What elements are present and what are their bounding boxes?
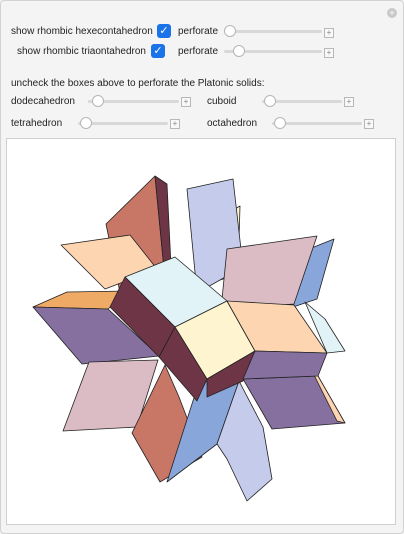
perforate-hex-plus-icon[interactable]: +: [324, 28, 334, 38]
tetrahedron-label: tetrahedron: [11, 118, 63, 129]
cuboid-label: cuboid: [207, 96, 237, 107]
perforate-tri-thumb[interactable]: [233, 45, 245, 57]
dodecahedron-thumb[interactable]: [92, 95, 104, 107]
face-core-lavender-lower: [242, 350, 328, 380]
stellated-polyhedron-graphic[interactable]: [7, 139, 395, 524]
octahedron-plus-icon[interactable]: +: [364, 119, 374, 129]
options-plus-icon[interactable]: +: [387, 8, 397, 18]
perforate-hex-label: perforate: [178, 26, 219, 37]
perforate-hex-track[interactable]: [224, 30, 322, 33]
instructions-text: uncheck the boxes above to perforate the…: [11, 78, 265, 89]
perforate-hex-thumb[interactable]: [224, 25, 236, 37]
hexecontahedron-label: show rhombic hexecontahedron: [11, 26, 153, 37]
polyhedron-graphic-area[interactable]: [6, 138, 396, 525]
dodecahedron-plus-icon[interactable]: +: [181, 97, 191, 107]
perforate-tri-plus-icon[interactable]: +: [324, 48, 334, 58]
cuboid-plus-icon[interactable]: +: [344, 97, 354, 107]
dodecahedron-label: dodecahedron: [11, 96, 75, 107]
octahedron-label: octahedron: [207, 118, 258, 129]
tetrahedron-plus-icon[interactable]: +: [170, 119, 180, 129]
tetrahedron-thumb[interactable]: [80, 117, 92, 129]
hexecontahedron-checkbox[interactable]: ✓: [157, 24, 171, 38]
triacontahedron-checkbox[interactable]: ✓: [151, 44, 165, 58]
octahedron-thumb[interactable]: [274, 117, 286, 129]
triacontahedron-label: show rhombic triaontahedron: [17, 46, 146, 57]
perforate-tri-label: perforate: [178, 46, 219, 57]
cuboid-thumb[interactable]: [264, 95, 276, 107]
